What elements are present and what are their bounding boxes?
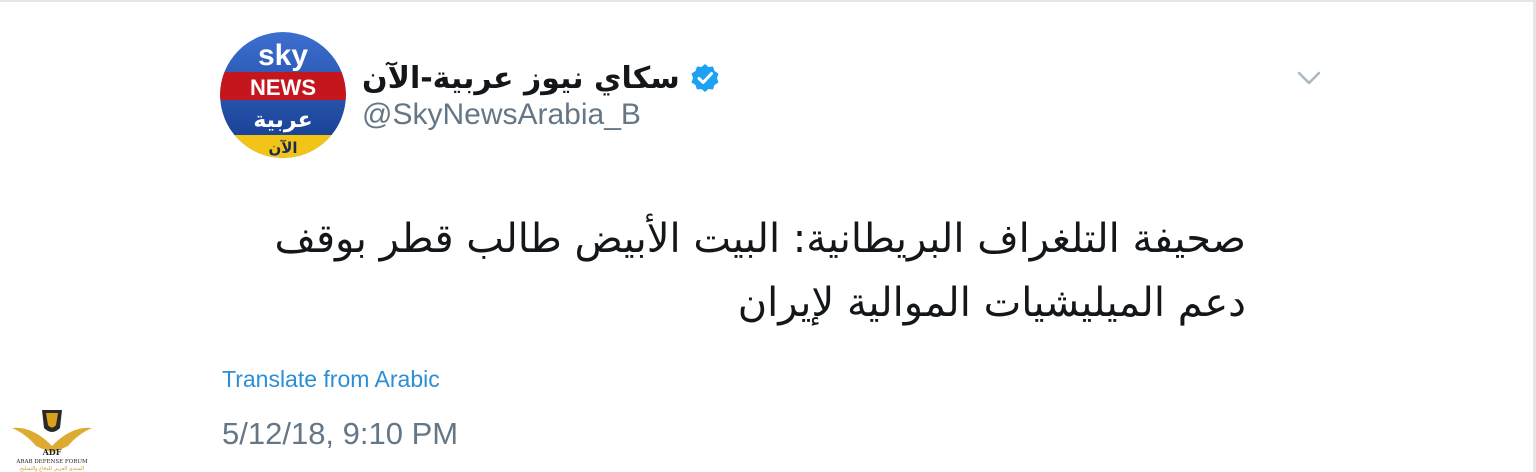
avatar[interactable]: sky NEWS عربية الآن (220, 32, 346, 158)
sky-news-arabia-logo: sky NEWS عربية الآن (220, 32, 346, 158)
watermark-adf-text: ADF (42, 447, 62, 457)
watermark-arabic-text: المنتدى العربي للدفاع والتسليح (20, 466, 84, 472)
tweet-card: sky NEWS عربية الآن سكاي نيوز عربية-الآن… (0, 0, 1536, 472)
display-name-row: سكاي نيوز عربية-الآن (362, 58, 720, 98)
tweet-timestamp[interactable]: 5/12/18, 9:10 PM (222, 416, 458, 452)
watermark-name-text: ARAB DEFENSE FORUM (15, 459, 88, 465)
chevron-down-icon[interactable] (1294, 66, 1324, 90)
adf-emblem-icon: ADF ARAB DEFENSE FORUM المنتدى العربي لل… (12, 410, 92, 472)
translate-link[interactable]: Translate from Arabic (222, 366, 440, 393)
logo-sky-text: sky (258, 39, 308, 72)
watermark-logo: ADF ARAB DEFENSE FORUM المنتدى العربي لل… (8, 406, 96, 472)
logo-arabia-text: عربية (253, 108, 312, 133)
tweet-text: صحيفة التلغراف البريطانية: البيت الأبيض … (274, 216, 1246, 326)
account-handle[interactable]: @SkyNewsArabia_B (362, 98, 641, 132)
display-name[interactable]: سكاي نيوز عربية-الآن (362, 61, 680, 96)
verified-badge-icon (691, 64, 719, 92)
logo-news-text: NEWS (250, 75, 316, 100)
logo-now-text: الآن (268, 139, 297, 157)
